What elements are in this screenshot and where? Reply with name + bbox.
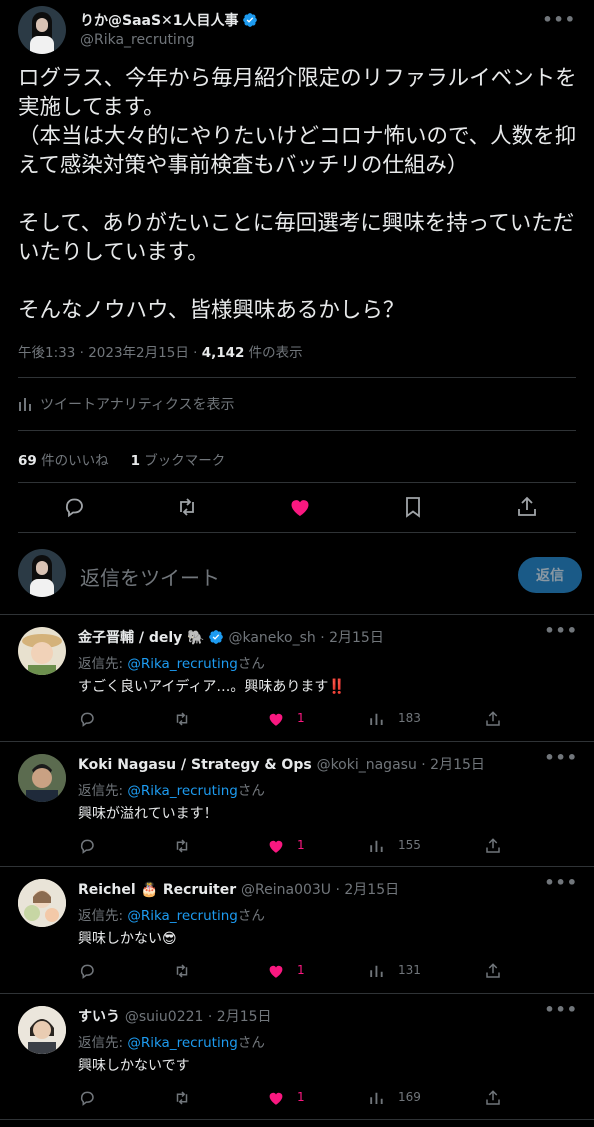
more-options-icon[interactable]: •••	[542, 10, 576, 29]
divider	[0, 1119, 594, 1120]
like-count: 1	[297, 963, 305, 977]
verified-badge-icon	[208, 630, 223, 644]
like-icon[interactable]	[267, 1089, 285, 1107]
views-count: 183	[398, 711, 421, 725]
reply-to: 返信先: @Rika_recrutingさん	[78, 656, 265, 672]
views-icon[interactable]	[368, 962, 386, 980]
tweet-timestamp: 午後1:33 · 2023年2月15日 · 4,142 件の表示	[18, 345, 303, 361]
reply-input[interactable]: 返信をツイート	[80, 562, 220, 591]
like-count: 1	[297, 838, 305, 852]
reply-author-name[interactable]: 金子晋輔 / dely 🐘 @kaneko_sh · 2月15日	[78, 627, 384, 647]
reply-icon[interactable]	[78, 710, 96, 728]
divider	[18, 430, 576, 431]
reply-actions: 1 169	[78, 1089, 578, 1109]
reply-icon[interactable]	[78, 837, 96, 855]
views-count: 169	[398, 1090, 421, 1104]
retweet-icon[interactable]	[173, 962, 191, 980]
main-tweet-header: りか@SaaS✕1人目人事 @Rika_recruting •••	[18, 6, 576, 54]
like-icon[interactable]	[288, 495, 312, 519]
bookmark-icon[interactable]	[401, 495, 425, 519]
reply-actions: 1 131	[78, 962, 578, 982]
reply-button[interactable]: 返信	[518, 557, 582, 593]
reply-to: 返信先: @Rika_recrutingさん	[78, 1035, 265, 1051]
author-display-name[interactable]: りか@SaaS✕1人目人事	[80, 10, 258, 30]
share-icon[interactable]	[484, 837, 502, 855]
views-count: 131	[398, 963, 421, 977]
like-count: 1	[297, 711, 305, 725]
user-avatar	[18, 549, 66, 597]
reply-author-name[interactable]: Reichel 🎂 Recruiter @Reina003U · 2月15日	[78, 879, 399, 899]
verified-badge-icon	[242, 13, 257, 27]
reply-author-name[interactable]: すいう @suiu0221 · 2月15日	[78, 1006, 272, 1026]
more-options-icon[interactable]: •••	[544, 873, 578, 892]
reply-text: 興味が溢れています！	[78, 806, 218, 822]
divider	[18, 532, 576, 533]
author-avatar[interactable]	[18, 6, 66, 54]
reply-icon[interactable]	[62, 495, 86, 519]
reply-author-name[interactable]: Koki Nagasu / Strategy & Ops @koki_nagas…	[78, 754, 485, 774]
tweet-text: ログラス、今年から毎月紹介限定のリファラルイベントを実施してます。 （本当は大々…	[18, 66, 577, 323]
reply-icon[interactable]	[78, 1089, 96, 1107]
avatar[interactable]	[18, 754, 66, 802]
reply-actions: 1 155	[78, 837, 578, 857]
views-icon[interactable]	[368, 710, 386, 728]
avatar[interactable]	[18, 1006, 66, 1054]
divider	[18, 482, 576, 483]
reply-text: すごく良いアイディア…。興味あります‼️	[78, 679, 346, 695]
more-options-icon[interactable]: •••	[544, 1000, 578, 1019]
share-icon[interactable]	[515, 495, 539, 519]
reply-composer: 返信をツイート 返信	[0, 538, 594, 614]
views-count: 155	[398, 838, 421, 852]
reply-text: 興味しかない😎	[78, 931, 177, 947]
like-icon[interactable]	[267, 837, 285, 855]
tweet-analytics-link[interactable]: ツイートアナリティクスを表示	[18, 394, 234, 414]
like-icon[interactable]	[267, 962, 285, 980]
retweet-icon[interactable]	[173, 1089, 191, 1107]
divider	[18, 377, 576, 378]
author-handle[interactable]: @Rika_recruting	[80, 32, 195, 48]
reply-to: 返信先: @Rika_recrutingさん	[78, 783, 265, 799]
reply-text: 興味しかないです	[78, 1058, 190, 1074]
reply-tweet[interactable]: Reichel 🎂 Recruiter @Reina003U · 2月15日 返…	[0, 867, 594, 993]
share-icon[interactable]	[484, 962, 502, 980]
engagement-counts: 69 件のいいね 1 ブックマーク	[18, 449, 225, 469]
reply-to: 返信先: @Rika_recrutingさん	[78, 908, 265, 924]
reply-tweet[interactable]: 金子晋輔 / dely 🐘 @kaneko_sh · 2月15日 返信先: @R…	[0, 615, 594, 741]
reply-tweet[interactable]: Koki Nagasu / Strategy & Ops @koki_nagas…	[0, 742, 594, 868]
analytics-icon	[19, 398, 31, 411]
views-icon[interactable]	[368, 837, 386, 855]
share-icon[interactable]	[484, 710, 502, 728]
reply-actions: 1 183	[78, 710, 578, 730]
reply-tweet[interactable]: すいう @suiu0221 · 2月15日 返信先: @Rika_recruti…	[0, 994, 594, 1120]
retweet-icon[interactable]	[175, 495, 199, 519]
views-icon[interactable]	[368, 1089, 386, 1107]
avatar[interactable]	[18, 627, 66, 675]
retweet-icon[interactable]	[173, 837, 191, 855]
likes-count[interactable]: 69 件のいいね	[18, 453, 109, 469]
share-icon[interactable]	[484, 1089, 502, 1107]
reply-icon[interactable]	[78, 962, 96, 980]
avatar[interactable]	[18, 879, 66, 927]
tweet-actions	[18, 493, 576, 521]
retweet-icon[interactable]	[173, 710, 191, 728]
like-icon[interactable]	[267, 710, 285, 728]
more-options-icon[interactable]: •••	[544, 748, 578, 767]
like-count: 1	[297, 1090, 305, 1104]
more-options-icon[interactable]: •••	[544, 621, 578, 640]
bookmarks-count[interactable]: 1 ブックマーク	[131, 453, 226, 469]
